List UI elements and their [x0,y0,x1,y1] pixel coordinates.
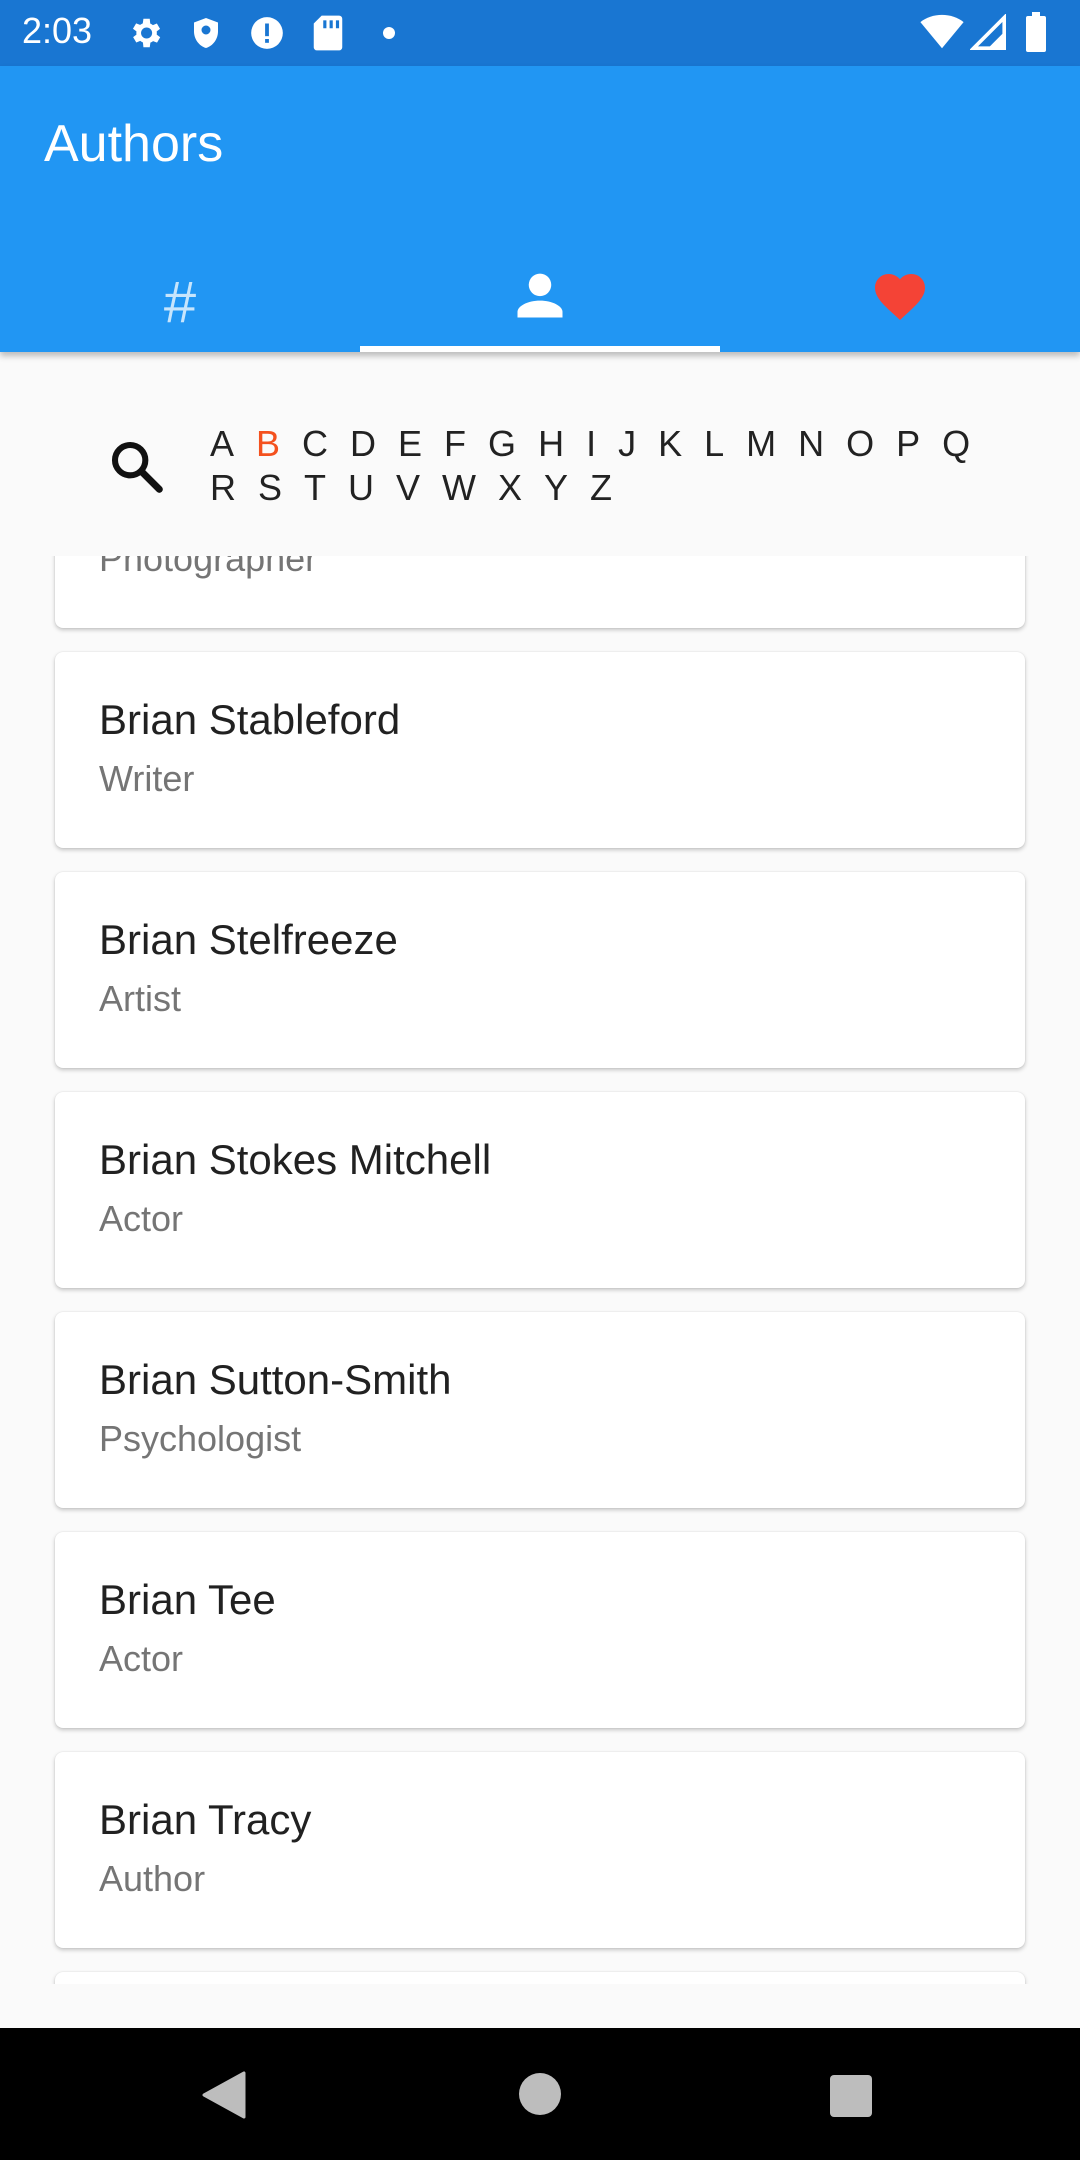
index-letter-e[interactable]: E [398,422,422,466]
battery-icon [1024,12,1048,57]
tab-hash[interactable]: # [0,236,360,352]
author-card-partial[interactable] [55,1972,1025,1984]
index-letter-g[interactable]: G [488,422,516,466]
home-icon[interactable] [518,2072,562,2121]
author-list[interactable]: Photographer Brian Stableford Writer Brian … [0,556,1080,1984]
author-name: Brian Stelfreeze [99,916,398,963]
index-letter-q[interactable]: Q [942,422,970,466]
index-letter-d[interactable]: D [350,422,376,466]
index-letter-m[interactable]: M [746,422,776,466]
index-letter-b[interactable]: B [256,422,280,466]
index-letter-h[interactable]: H [538,422,564,466]
index-letter-n[interactable]: N [798,422,824,466]
author-role: Author [99,1858,206,1899]
index-letter-z[interactable]: Z [590,466,612,510]
page-title: Authors [44,115,224,173]
author-role: Writer [99,758,195,799]
status-icons-right [920,12,1060,52]
author-role: Actor [99,1638,184,1679]
index-letter-p[interactable]: P [896,422,920,466]
index-letter-c[interactable]: C [302,422,328,466]
author-card[interactable]: Brian Tee Actor [55,1532,1025,1728]
person-icon [513,268,567,327]
wifi-icon [920,14,964,55]
tab-authors[interactable] [360,236,720,352]
app-bar: Authors # [0,66,1080,352]
tab-favorites[interactable] [720,236,1080,352]
author-card[interactable]: Brian Stokes Mitchell Actor [55,1092,1025,1288]
author-name: Brian Sutton-Smith [99,1356,452,1403]
recents-icon[interactable] [829,2074,873,2123]
index-letter-o[interactable]: O [846,422,874,466]
author-card[interactable]: Brian Tracy Author [55,1752,1025,1948]
index-letter-y[interactable]: Y [544,466,568,510]
alert-icon [248,14,286,57]
author-name: Brian Stokes Mitchell [99,1136,492,1183]
gear-icon [126,14,164,57]
status-time: 2:03 [22,10,93,51]
author-card[interactable]: Brian Stableford Writer [55,652,1025,848]
index-letter-j[interactable]: J [618,422,636,466]
shield-icon [188,14,224,57]
author-role: Artist [99,978,182,1019]
alphabet-index: ABCDEFGHIJKLMNOPQ RSTUVWXYZ [0,352,1080,552]
index-letter-a[interactable]: A [210,422,234,466]
heart-icon [870,266,930,327]
dot-icon [382,26,396,45]
author-card[interactable]: Photographer [55,556,1025,628]
index-letter-u[interactable]: U [348,466,374,510]
index-letter-k[interactable]: K [658,422,682,466]
index-letter-s[interactable]: S [258,466,282,510]
author-name: Brian Tracy [99,1796,312,1843]
index-letter-r[interactable]: R [210,466,236,510]
back-icon[interactable] [200,2070,246,2125]
author-name: Brian Tee [99,1576,276,1623]
status-bar: 2:03 [0,0,1080,66]
hash-icon: # [163,270,197,335]
search-icon[interactable] [108,438,164,494]
index-letter-l[interactable]: L [704,422,724,466]
author-role: Actor [99,1198,184,1239]
author-role: Photographer [99,556,318,579]
cell-signal-icon [969,13,1006,55]
index-letter-w[interactable]: W [442,466,476,510]
sd-card-icon [312,14,344,57]
alphabet-letters: ABCDEFGHIJKLMNOPQ RSTUVWXYZ [210,422,1030,510]
nav-bar [0,2028,1080,2160]
author-name: Brian Stableford [99,696,401,743]
index-letter-x[interactable]: X [498,466,522,510]
author-role: Psychologist [99,1418,302,1459]
index-letter-t[interactable]: T [304,466,326,510]
index-letter-i[interactable]: I [586,422,596,466]
index-letter-v[interactable]: V [396,466,420,510]
author-card[interactable]: Brian Sutton-Smith Psychologist [55,1312,1025,1508]
index-letter-f[interactable]: F [444,422,466,466]
author-card[interactable]: Brian Stelfreeze Artist [55,872,1025,1068]
